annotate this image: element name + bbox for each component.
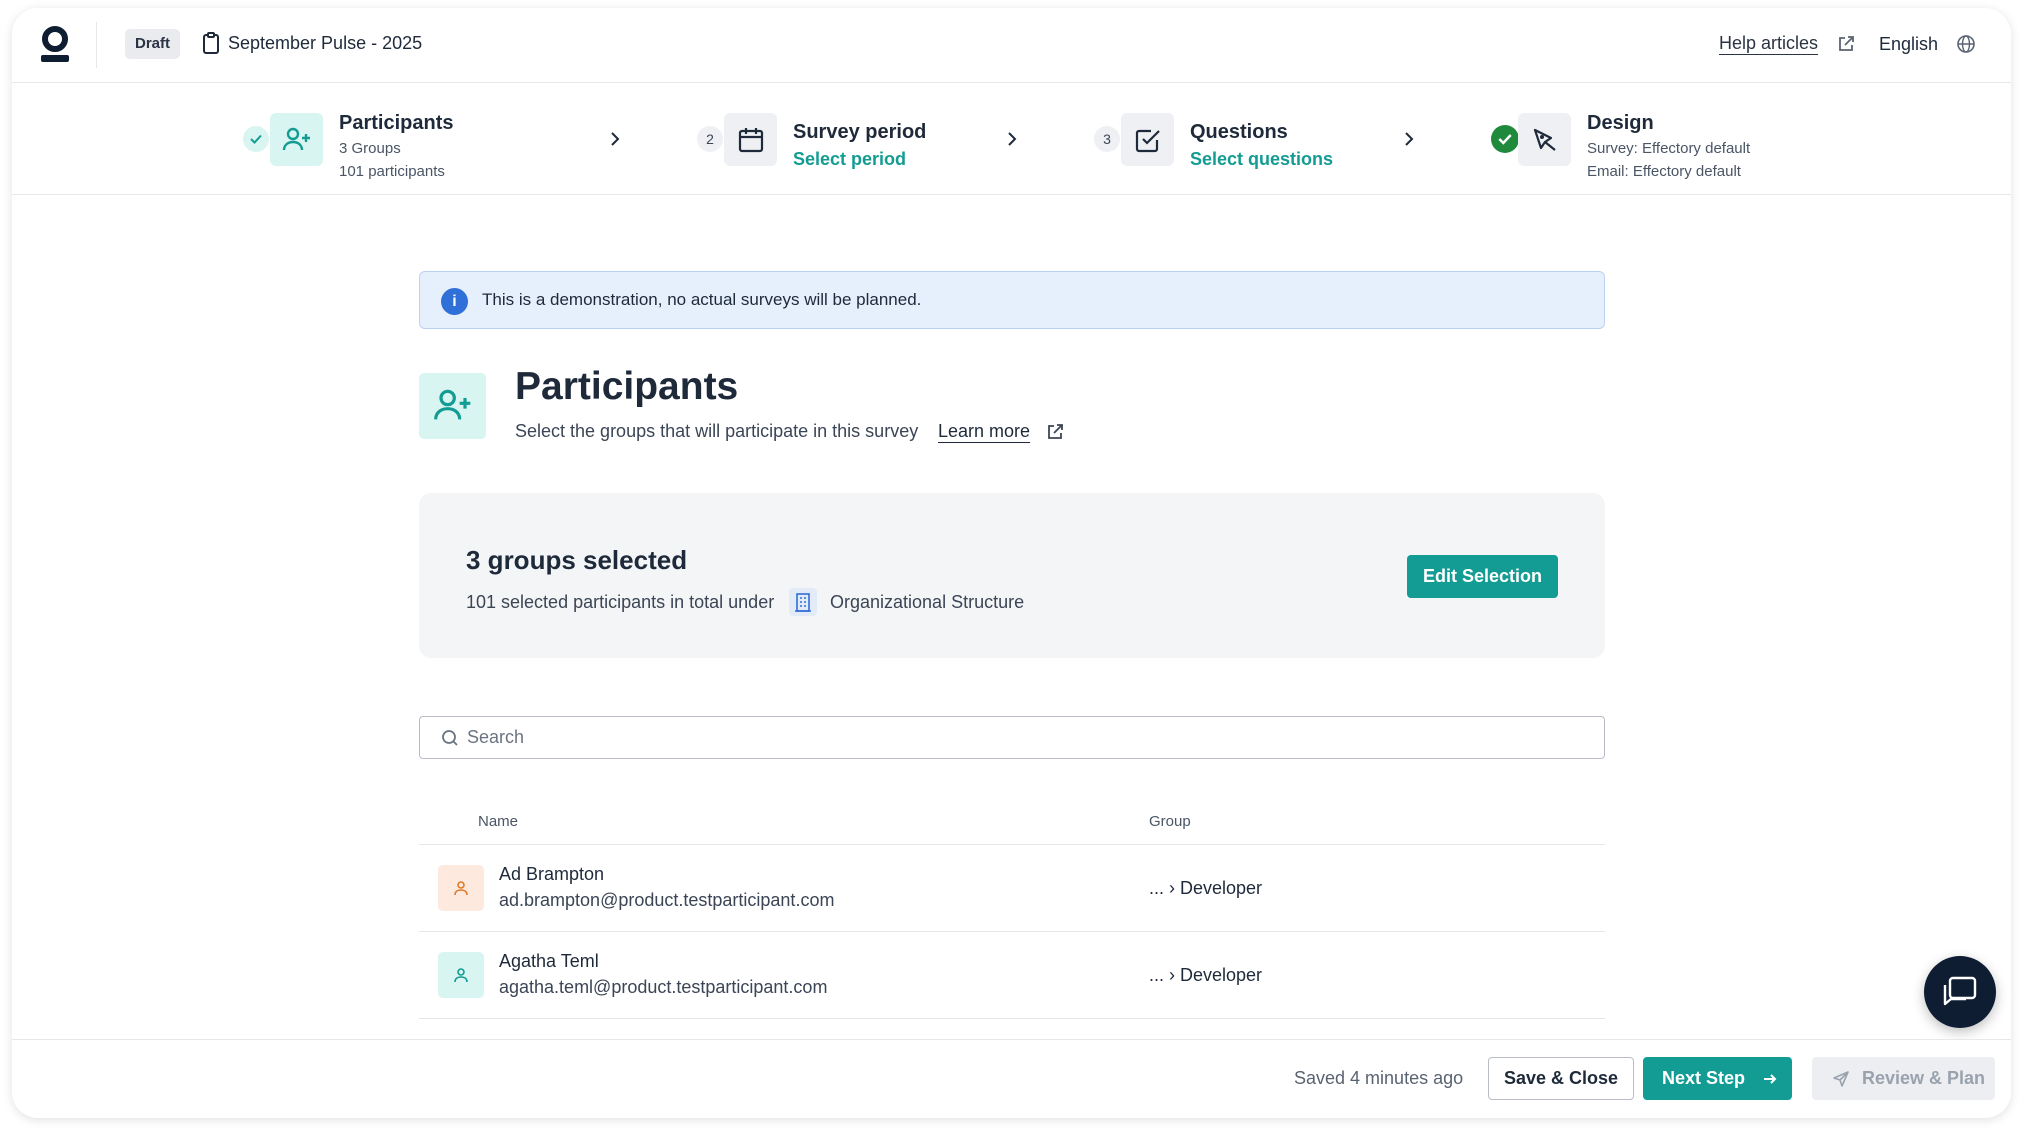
- stepper: Participants 3 Groups 101 participants 2…: [12, 83, 2011, 195]
- step-participants-count: 101 participants: [339, 163, 445, 180]
- external-link-icon[interactable]: [1837, 35, 1855, 53]
- participant-email: ad.brampton@product.testparticipant.com: [499, 890, 835, 910]
- building-icon: [789, 588, 817, 616]
- groups-selected-title: 3 groups selected: [466, 545, 688, 575]
- chat-icon: [1943, 976, 1977, 1006]
- chevron-right-icon: [1405, 132, 1414, 146]
- divider: [419, 1018, 1605, 1019]
- step-complete-badge: [1491, 125, 1519, 153]
- avatar: [438, 952, 484, 998]
- step-survey-period[interactable]: 2 Survey period Select period: [672, 83, 1052, 195]
- globe-icon[interactable]: [1956, 34, 1976, 54]
- user-plus-icon: [282, 127, 310, 150]
- chevron-right-icon: [1008, 132, 1017, 146]
- info-icon: i: [441, 288, 468, 315]
- survey-title[interactable]: September Pulse - 2025: [228, 32, 422, 54]
- org-structure-label: Organizational Structure: [830, 592, 1025, 612]
- footer-bar: Saved 4 minutes ago Save & Close Next St…: [12, 1039, 2011, 1118]
- app-window: Draft September Pulse - 2025 Help articl…: [12, 8, 2011, 1118]
- groups-selected-card: 3 groups selected 101 selected participa…: [419, 493, 1605, 658]
- design-icon-box: [1518, 113, 1571, 166]
- design-survey-theme: Survey: Effectory default: [1587, 140, 1751, 157]
- participant-name: Ad Brampton: [499, 864, 605, 884]
- select-period-link[interactable]: Select period: [793, 149, 906, 170]
- table-row[interactable]: Agatha Teml agatha.teml@product.testpart…: [419, 932, 1605, 1018]
- avatar: [438, 865, 484, 911]
- status-badge: Draft: [125, 29, 181, 59]
- pen-tool-icon: [1533, 128, 1556, 151]
- survey-period-icon-box: [724, 113, 777, 166]
- step-title: Questions: [1190, 121, 1288, 143]
- select-questions-link[interactable]: Select questions: [1190, 149, 1333, 170]
- help-articles-link[interactable]: Help articles: [1719, 32, 1818, 54]
- learn-more-link[interactable]: Learn more: [938, 421, 1030, 442]
- step-number-badge: 3: [1094, 126, 1120, 152]
- column-header-name[interactable]: Name: [478, 813, 518, 830]
- chevron-right-icon: [611, 132, 620, 146]
- next-step-label: Next Step: [1662, 1068, 1746, 1088]
- design-email-theme: Email: Effectory default: [1587, 163, 1741, 180]
- user-icon: [454, 881, 468, 896]
- arrow-right-icon: [1764, 1074, 1777, 1084]
- banner-text: This is a demonstration, no actual surve…: [482, 290, 922, 309]
- table-row[interactable]: Ad Brampton ad.brampton@product.testpart…: [419, 845, 1605, 931]
- step-design[interactable]: Design Survey: Effectory default Email: …: [1466, 83, 1886, 195]
- questions-icon-box: [1121, 113, 1174, 166]
- participant-email: agatha.teml@product.testparticipant.com: [499, 977, 828, 997]
- external-link-icon[interactable]: [1046, 423, 1064, 441]
- save-close-button[interactable]: Save & Close: [1488, 1057, 1634, 1100]
- step-questions[interactable]: 3 Questions Select questions: [1069, 83, 1449, 195]
- edit-selection-button[interactable]: Edit Selection: [1407, 555, 1558, 598]
- participants-icon-box: [419, 373, 486, 439]
- page-subtitle: Select the groups that will participate …: [515, 421, 919, 441]
- step-groups-count: 3 Groups: [339, 140, 401, 157]
- info-banner: i This is a demonstration, no actual sur…: [419, 271, 1605, 329]
- clipboard-icon: [203, 32, 219, 54]
- participant-group: ... › Developer: [1149, 878, 1263, 898]
- divider: [96, 22, 97, 68]
- review-plan-label: Review & Plan: [1862, 1068, 1986, 1088]
- step-title: Participants: [339, 112, 454, 134]
- user-plus-icon: [433, 389, 470, 420]
- check-icon: [250, 134, 262, 144]
- column-header-group[interactable]: Group: [1149, 813, 1191, 830]
- search-box: [419, 716, 1605, 759]
- check-icon: [1498, 134, 1512, 145]
- step-participants[interactable]: Participants 3 Groups 101 participants: [12, 83, 652, 195]
- step-number-badge: 2: [697, 126, 723, 152]
- participant-group: ... › Developer: [1149, 965, 1263, 985]
- saved-status: Saved 4 minutes ago: [1294, 1068, 1464, 1088]
- step-complete-badge: [243, 126, 269, 152]
- user-icon: [454, 968, 468, 983]
- language-selector[interactable]: English: [1879, 33, 1938, 55]
- groups-selected-summary: 101 selected participants in total under: [466, 592, 775, 612]
- search-input[interactable]: [467, 717, 1567, 758]
- send-icon: [1833, 1071, 1849, 1087]
- calendar-icon: [738, 127, 763, 152]
- participant-name: Agatha Teml: [499, 951, 599, 971]
- page-title: Participants: [515, 365, 739, 408]
- next-step-button[interactable]: Next Step: [1643, 1057, 1792, 1100]
- step-title: Survey period: [793, 121, 927, 143]
- checkbox-icon: [1135, 129, 1160, 152]
- review-plan-button[interactable]: Review & Plan: [1812, 1057, 1995, 1100]
- top-bar: Draft September Pulse - 2025 Help articl…: [12, 8, 2011, 83]
- step-title: Design: [1587, 112, 1654, 134]
- logo-icon[interactable]: [40, 26, 70, 64]
- chat-button[interactable]: [1924, 956, 1996, 1028]
- participants-step-icon-box: [270, 113, 323, 166]
- search-icon: [442, 730, 458, 746]
